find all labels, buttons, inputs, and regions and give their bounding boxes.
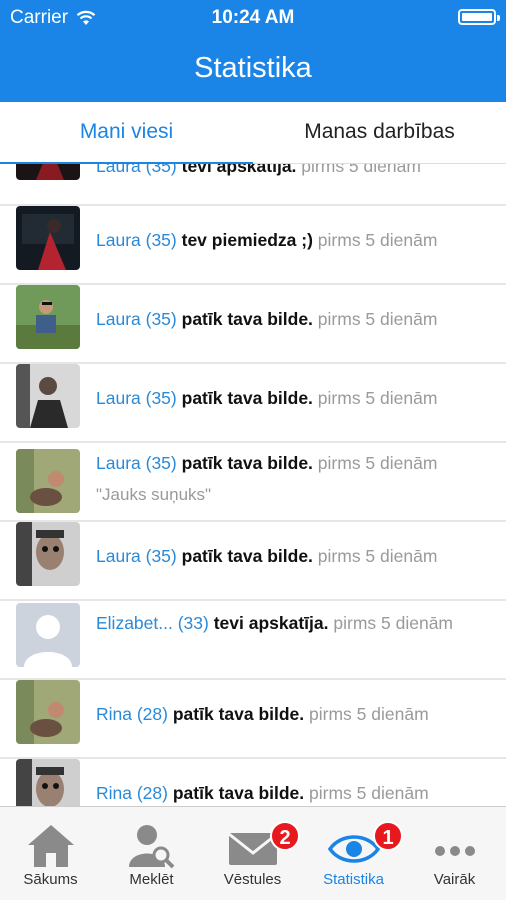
page-title: Statistika bbox=[194, 52, 312, 84]
action-text: patīk tava bilde. bbox=[181, 546, 313, 566]
unread-badge: 2 bbox=[270, 821, 300, 851]
eye-icon bbox=[327, 835, 380, 863]
segment-tabs: Mani viesi Manas darbības bbox=[0, 102, 506, 165]
tabbar-item-vestules[interactable]: 2 Vēstules bbox=[202, 807, 303, 900]
row-text: Rina (28) patīk tava bilde. pirms 5 dien… bbox=[96, 702, 494, 726]
photo-caption: "Jauks suņuks" bbox=[96, 485, 212, 504]
action-text: patīk tava bilde. bbox=[181, 388, 313, 408]
tabbar-item-vairak[interactable]: Vairāk bbox=[404, 807, 505, 900]
username-link[interactable]: Rina (28) bbox=[96, 783, 168, 803]
row-text: Laura (35) patīk tava bilde. pirms 5 die… bbox=[96, 307, 494, 331]
tabbar-label: Vēstules bbox=[223, 871, 282, 888]
row-text: Laura (35) tev piemiedza ;) pirms 5 dien… bbox=[96, 228, 494, 252]
time-text: pirms 5 dienām bbox=[333, 613, 454, 633]
row-text: Elizabet... (33) tevi apskatīja. pirms 5… bbox=[96, 611, 494, 635]
list-item[interactable]: Laura (35) tev piemiedza ;) pirms 5 dien… bbox=[0, 206, 506, 285]
tabbar-label: Vairāk bbox=[433, 871, 476, 888]
username-link[interactable]: Laura (35) bbox=[96, 453, 177, 473]
bottom-tab-bar: Sākums Meklēt 2 Vēstules 1 Statistika Va… bbox=[0, 806, 506, 900]
avatar[interactable] bbox=[16, 759, 80, 806]
action-text: patīk tava bilde. bbox=[181, 453, 313, 473]
time-text: pirms 5 dienām bbox=[309, 704, 429, 724]
tab-manas-darbibas[interactable]: Manas darbības bbox=[253, 102, 506, 164]
time-text: pirms 5 dienām bbox=[317, 388, 438, 408]
avatar[interactable] bbox=[16, 364, 80, 428]
username-link[interactable]: Elizabet... (33) bbox=[96, 613, 209, 633]
avatar[interactable] bbox=[16, 522, 80, 586]
tabbar-item-sakums[interactable]: Sākums bbox=[0, 807, 101, 900]
time-text: pirms 5 dienām bbox=[317, 453, 438, 473]
action-text: patīk tava bilde. bbox=[172, 783, 305, 803]
username-link[interactable]: Laura (35) bbox=[96, 309, 177, 329]
visitor-feed[interactable]: Laura (35) tevi apskatīja. pirms 5 dienā… bbox=[0, 164, 506, 806]
tabbar-label: Statistika bbox=[323, 871, 384, 888]
action-text: tevi apskatīja. bbox=[213, 613, 329, 633]
avatar[interactable] bbox=[16, 285, 80, 349]
avatar-placeholder[interactable] bbox=[16, 603, 80, 667]
row-text: Rina (28) patīk tava bilde. pirms 5 dien… bbox=[96, 781, 494, 805]
action-text: tev piemiedza ;) bbox=[181, 230, 313, 250]
row-text: Laura (35) patīk tava bilde. pirms 5 die… bbox=[96, 386, 494, 410]
time-text: pirms 5 dienām bbox=[309, 783, 429, 803]
action-text: tevi apskatīja. bbox=[181, 164, 297, 176]
time-text: pirms 5 dienām bbox=[317, 546, 438, 566]
time-text: pirms 5 dienām bbox=[317, 309, 438, 329]
list-item[interactable]: Rina (28) patīk tava bilde. pirms 5 dien… bbox=[0, 759, 506, 806]
list-item[interactable]: Laura (35) patīk tava bilde. pirms 5 die… bbox=[0, 285, 506, 364]
list-item[interactable]: Laura (35) patīk tava bilde. pirms 5 die… bbox=[0, 443, 506, 522]
tabbar-item-meklet[interactable]: Meklēt bbox=[101, 807, 202, 900]
row-text: Laura (35) patīk tava bilde. pirms 5 die… bbox=[96, 451, 494, 507]
tab-label: Manas darbības bbox=[304, 120, 455, 143]
avatar[interactable] bbox=[16, 206, 80, 270]
list-item[interactable]: Elizabet... (33) tevi apskatīja. pirms 5… bbox=[0, 601, 506, 680]
tabbar-item-statistika[interactable]: 1 Statistika bbox=[303, 807, 404, 900]
action-text: patīk tava bilde. bbox=[181, 309, 313, 329]
more-dots-icon bbox=[434, 846, 475, 856]
home-icon bbox=[27, 825, 74, 867]
username-link[interactable]: Laura (35) bbox=[96, 388, 177, 408]
list-item[interactable]: Rina (28) patīk tava bilde. pirms 5 dien… bbox=[0, 680, 506, 759]
header-bar: Carrier 10:24 AM Statistika bbox=[0, 0, 506, 102]
row-text: Laura (35) patīk tava bilde. pirms 5 die… bbox=[96, 544, 494, 568]
list-item[interactable]: Laura (35) patīk tava bilde. pirms 5 die… bbox=[0, 364, 506, 443]
tabbar-label: Meklēt bbox=[129, 871, 174, 888]
status-bar: Carrier 10:24 AM bbox=[0, 0, 506, 34]
username-link[interactable]: Laura (35) bbox=[96, 230, 177, 250]
username-link[interactable]: Rina (28) bbox=[96, 704, 168, 724]
battery-icon bbox=[458, 9, 500, 25]
avatar[interactable] bbox=[16, 680, 80, 744]
tabbar-label: Sākums bbox=[23, 871, 78, 888]
avatar[interactable] bbox=[16, 164, 80, 180]
username-link[interactable]: Laura (35) bbox=[96, 164, 177, 176]
notification-badge: 1 bbox=[373, 821, 403, 851]
action-text: patīk tava bilde. bbox=[172, 704, 305, 724]
search-user-icon bbox=[128, 825, 174, 869]
tab-label: Mani viesi bbox=[79, 120, 174, 143]
status-time: 10:24 AM bbox=[211, 7, 295, 28]
list-item[interactable]: Laura (35) tevi apskatīja. pirms 5 dienā… bbox=[0, 164, 506, 206]
tab-mani-viesi[interactable]: Mani viesi bbox=[0, 102, 253, 165]
username-link[interactable]: Laura (35) bbox=[96, 546, 177, 566]
list-item[interactable]: Laura (35) patīk tava bilde. pirms 5 die… bbox=[0, 522, 506, 601]
time-text: pirms 5 dienām bbox=[301, 164, 421, 176]
row-text: Laura (35) tevi apskatīja. pirms 5 dienā… bbox=[96, 164, 494, 178]
avatar[interactable] bbox=[16, 449, 80, 513]
time-text: pirms 5 dienām bbox=[317, 230, 438, 250]
